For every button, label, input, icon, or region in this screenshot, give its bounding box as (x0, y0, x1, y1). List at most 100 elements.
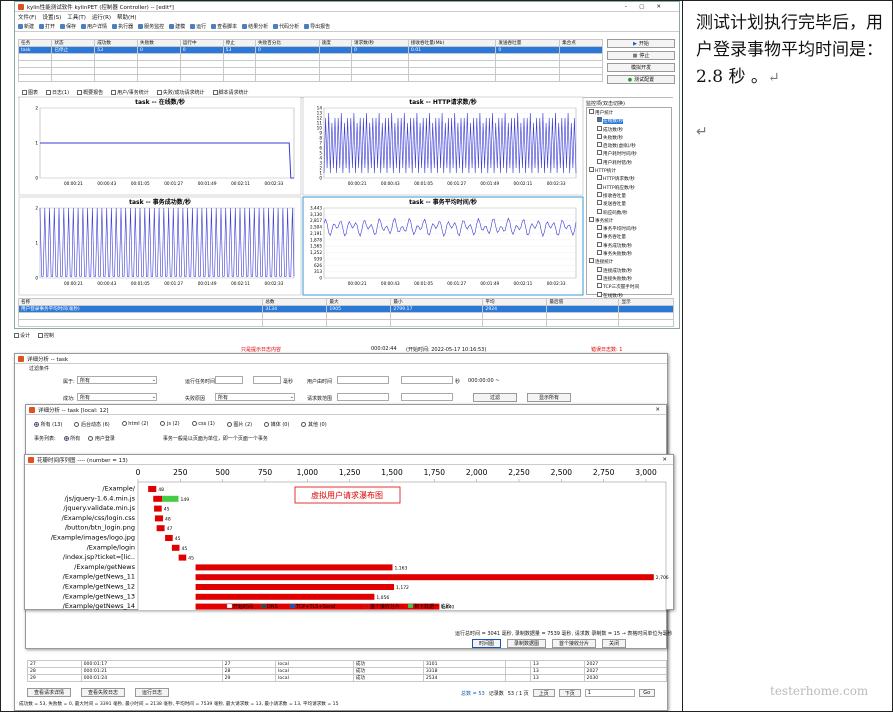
tab-3[interactable]: 用户/事务统计 (111, 89, 149, 96)
chart-button-3[interactable]: 关闭 (602, 639, 627, 648)
tab-4[interactable]: 失败/成功请求统计 (156, 89, 205, 96)
type-radio-5[interactable]: 图片 (2) (226, 421, 252, 428)
list-radio-0[interactable]: 所有 (63, 435, 80, 442)
monitor-item[interactable]: 连接统计 (588, 258, 670, 266)
menu-item-1[interactable]: 设置(S) (42, 13, 61, 21)
type-radio-2[interactable]: html (2) (121, 421, 148, 428)
toolbar-button-10[interactable]: 代码分析 (273, 23, 299, 30)
side-button-1[interactable]: ■ 停止 (607, 51, 675, 60)
monitor-item[interactable]: 用户耗时错/秒 (588, 158, 670, 167)
monitor-item[interactable]: 事务平均时间/秒 (588, 225, 670, 233)
monitor-item[interactable]: 接收吞吐量 (588, 191, 670, 200)
type-radio-0[interactable]: 所有 (13) (34, 421, 62, 428)
toolbar-button-1[interactable]: 打开 (39, 23, 55, 30)
monitor-item[interactable]: 事务成功数/秒 (588, 241, 670, 250)
side-button-2[interactable]: 模拟开发 (607, 63, 675, 72)
monitor-item[interactable]: 事务吞吐量 (588, 233, 670, 241)
runtime-from[interactable] (215, 376, 243, 384)
user-time-from[interactable] (337, 376, 389, 384)
next-page-button[interactable]: 下页 (558, 689, 581, 697)
monitor-item[interactable]: HTTP响应数/秒 (588, 183, 670, 192)
tab-1[interactable]: 日志(1) (46, 89, 69, 96)
type-radio-7[interactable]: 其他 (0) (301, 421, 327, 428)
list-radio-1[interactable]: 用户登录 (88, 435, 115, 442)
runtime-to[interactable] (253, 376, 281, 384)
toolbar-button-5[interactable]: 服务监控 (138, 23, 164, 30)
endpoint-label: 失败原因 (185, 396, 206, 402)
toolbar-button-3[interactable]: 用户详情 (81, 23, 107, 30)
legend-swatch (407, 603, 414, 609)
tab-0[interactable]: 图表 (22, 89, 38, 96)
menu-item-0[interactable]: 文件(F) (18, 13, 36, 21)
table-row[interactable]: 用户登录事务平均时间(毫秒) 3134 1905 2799.17 2924 (17, 305, 674, 313)
menu-item-3[interactable]: 运行(R) (92, 13, 111, 21)
toolbar-button-8[interactable]: 查看脚本 (211, 23, 237, 30)
nav-button-0[interactable]: 查看请求详情 (27, 688, 72, 697)
page-input[interactable]: 1 (584, 689, 635, 697)
monitor-item[interactable]: 用户统计 (588, 109, 670, 117)
close-icon[interactable]: ✕ (662, 457, 667, 463)
toolbar-button-7[interactable]: 运行 (190, 23, 206, 30)
type-radio-6[interactable]: 媒体 (0) (264, 421, 289, 428)
toolbar-button-11[interactable]: 导出报告 (304, 23, 330, 30)
monitor-item[interactable]: 成功数/秒 (588, 125, 670, 134)
go-button[interactable]: Go (638, 689, 655, 697)
request-to[interactable] (401, 393, 453, 401)
monitor-item[interactable]: 事务统计 (588, 216, 670, 225)
monitor-item[interactable]: 事务失败数/秒 (588, 250, 670, 258)
chart-button-1[interactable]: 录制数据图 (507, 639, 547, 648)
toolbar-button-0[interactable]: 新建 (18, 23, 34, 30)
toolbar-button-4[interactable]: 执行器 (112, 23, 133, 30)
table-cell (17, 319, 264, 327)
nav-button-2[interactable]: 运行日志 (135, 688, 170, 697)
type-radio-4[interactable]: css (1) (191, 421, 215, 428)
table-row[interactable]: 29 000:01:24 29 local 成功 2534 13 2030 (27, 674, 668, 682)
bottom-tab-0[interactable]: 设计 (14, 332, 30, 339)
success-select[interactable]: 所有 ⌄ (77, 393, 157, 401)
monitor-item[interactable]: 失败数/秒 (588, 133, 670, 142)
monitor-item[interactable]: 连接成功数/秒 (588, 266, 670, 275)
type-radio-3[interactable]: js (2) (160, 421, 180, 428)
table-cell: 000:01:21 (80, 667, 223, 675)
tab-2[interactable]: 概要报告 (77, 89, 103, 96)
monitor-item[interactable]: TCP三次握手时间 (588, 283, 670, 291)
bottom-tab-1[interactable]: 控制 (38, 332, 54, 339)
show-all-button[interactable]: 显示所有 (527, 393, 571, 402)
toolbar-button-2[interactable]: 保存 (60, 23, 76, 30)
table-row[interactable]: task 已停止 53 0 0 53 0 0 0.01 0 (17, 46, 603, 54)
chart-button-2[interactable]: 首个接收分片 (552, 639, 597, 648)
user-time-to[interactable] (401, 376, 453, 384)
chart-button-0[interactable]: 时间图 (472, 639, 502, 648)
table-row[interactable]: 28 000:01:21 28 local 成功 3318 13 2027 (27, 667, 668, 675)
monitor-item[interactable]: 发送吞吐量 (588, 200, 670, 208)
monitor-item[interactable]: HTTP统计 (588, 167, 670, 175)
type-radio-1[interactable]: 后台动态 (6) (74, 421, 110, 428)
monitor-item[interactable]: HTTP请求数/秒 (588, 175, 670, 183)
prev-page-button[interactable]: 上页 (532, 689, 555, 697)
table-cell (326, 319, 392, 327)
nav-button-1[interactable]: 查看失败日志 (81, 688, 126, 697)
monitor-item[interactable]: 在线数/秒 (588, 117, 670, 125)
y-tick-label: 939 (314, 256, 322, 261)
window-controls[interactable]: –▢✕ (624, 4, 673, 10)
monitor-item[interactable]: 启动数(虚拟)/秒 (588, 142, 670, 150)
filter-button[interactable]: 过滤 (473, 393, 517, 402)
endpoint-select[interactable]: 所有 ⌄ (215, 393, 295, 401)
close-icon[interactable]: ✕ (655, 407, 660, 413)
tab-5[interactable]: 脚本请求统计 (212, 89, 249, 96)
group-select[interactable]: 所有 ⌄ (77, 376, 157, 384)
error-count[interactable]: 错误日志数: 1 (591, 346, 622, 353)
data-label: 1,056 (376, 595, 389, 601)
menu-item-2[interactable]: 工具(T) (67, 13, 86, 21)
request-from[interactable] (337, 393, 389, 401)
menu-item-4[interactable]: 帮助(H) (117, 13, 136, 21)
side-button-0[interactable]: ▶ 开始 (607, 39, 675, 48)
side-button-3[interactable]: ● 测试配置 (607, 75, 675, 84)
table-cell: 0 (137, 46, 181, 54)
monitor-item[interactable]: 用户耗时时间/秒 (588, 150, 670, 158)
table-row[interactable]: 27 000:01:17 27 local 成功 3101 13 2027 (27, 660, 668, 668)
monitor-item[interactable]: 响应码数/秒 (588, 208, 670, 217)
toolbar-button-9[interactable]: 结果分析 (242, 23, 268, 30)
toolbar-button-6[interactable]: 建模 (169, 23, 185, 30)
monitor-item[interactable]: 连接失败数/秒 (588, 274, 670, 283)
